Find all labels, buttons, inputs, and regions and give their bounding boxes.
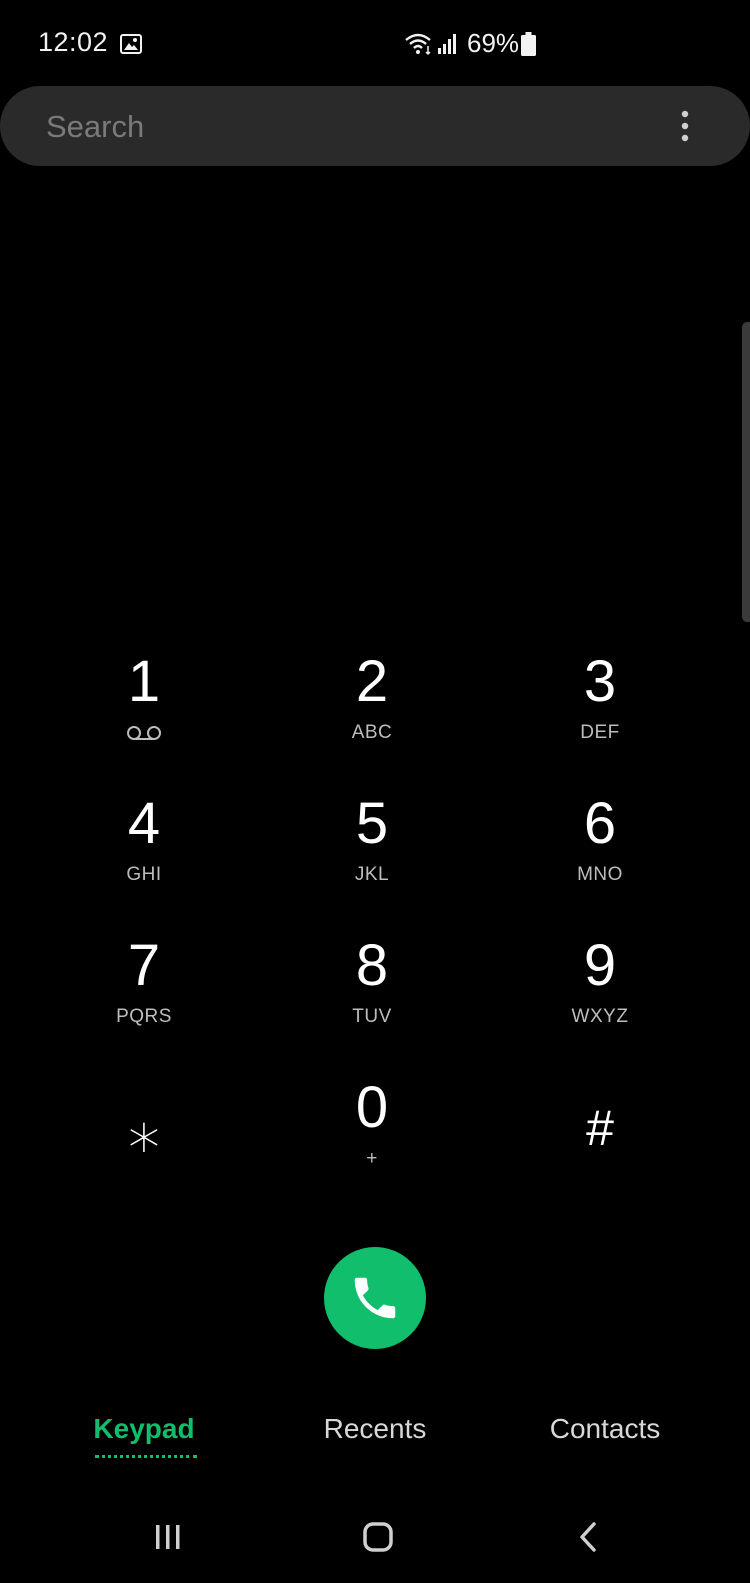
home-icon [363, 1521, 393, 1552]
bottom-tabs: Keypad Recents Contacts [0, 1405, 750, 1485]
key-digit: 4 [127, 791, 161, 856]
search-input[interactable] [44, 86, 648, 168]
recent-apps-button[interactable] [108, 1490, 228, 1583]
phone-icon [354, 1277, 396, 1319]
key-digit: ⁎ [128, 1092, 160, 1164]
key-letters: TUV [352, 1006, 392, 1027]
battery-percent: 69% [467, 28, 520, 58]
back-icon [580, 1521, 596, 1552]
key-2[interactable]: 2 ABC [272, 652, 472, 782]
key-0[interactable]: 0 + [272, 1078, 472, 1208]
search-bar[interactable] [0, 86, 750, 168]
key-digit: 9 [583, 933, 617, 998]
key-letters: JKL [354, 864, 390, 885]
key-digit: 0 [355, 1075, 389, 1140]
key-4[interactable]: 4 GHI [44, 794, 244, 924]
key-6[interactable]: 6 MNO [500, 794, 700, 924]
wifi-icon [405, 33, 431, 56]
key-7[interactable]: 7 PQRS [44, 936, 244, 1066]
key-1[interactable]: 1 [44, 652, 244, 782]
key-letters: ABC [351, 722, 393, 743]
key-digit: 5 [355, 791, 389, 856]
key-5[interactable]: 5 JKL [272, 794, 472, 924]
call-button[interactable] [324, 1247, 426, 1349]
key-9[interactable]: 9 WXYZ [500, 936, 700, 1066]
key-letters: PQRS [116, 1006, 172, 1027]
key-digit: 6 [583, 791, 617, 856]
key-hash[interactable]: # [500, 1098, 700, 1228]
key-digit: 3 [583, 649, 617, 714]
status-bar: 12:02 69% [0, 0, 750, 86]
key-letters: WXYZ [571, 1006, 629, 1027]
gallery-icon [120, 34, 142, 54]
more-options-icon[interactable] [675, 106, 695, 146]
status-time: 12:02 [38, 27, 109, 57]
key-digit: # [586, 1100, 614, 1156]
key-letters: MNO [577, 864, 623, 885]
navigation-bar [0, 1490, 750, 1583]
key-digit: 8 [355, 933, 389, 998]
recent-apps-icon [156, 1524, 180, 1549]
tab-keypad[interactable]: Keypad [19, 1405, 269, 1453]
key-letters: GHI [126, 864, 162, 885]
key-star[interactable]: ⁎ [44, 1092, 244, 1228]
tab-contacts[interactable]: Contacts [480, 1405, 730, 1453]
tab-recents[interactable]: Recents [250, 1405, 500, 1453]
key-letters: DEF [580, 722, 620, 743]
key-digit: 7 [127, 933, 161, 998]
key-3[interactable]: 3 DEF [500, 652, 700, 782]
voicemail-icon [127, 726, 161, 740]
key-digit: 1 [127, 649, 161, 714]
scroll-handle[interactable] [742, 322, 750, 622]
home-button[interactable] [318, 1490, 438, 1583]
signal-icon [438, 34, 456, 54]
active-tab-indicator [95, 1455, 197, 1458]
key-8[interactable]: 8 TUV [272, 936, 472, 1066]
key-letters: + [366, 1148, 378, 1169]
back-button[interactable] [528, 1490, 648, 1583]
battery-icon [521, 32, 536, 56]
key-digit: 2 [355, 649, 389, 714]
